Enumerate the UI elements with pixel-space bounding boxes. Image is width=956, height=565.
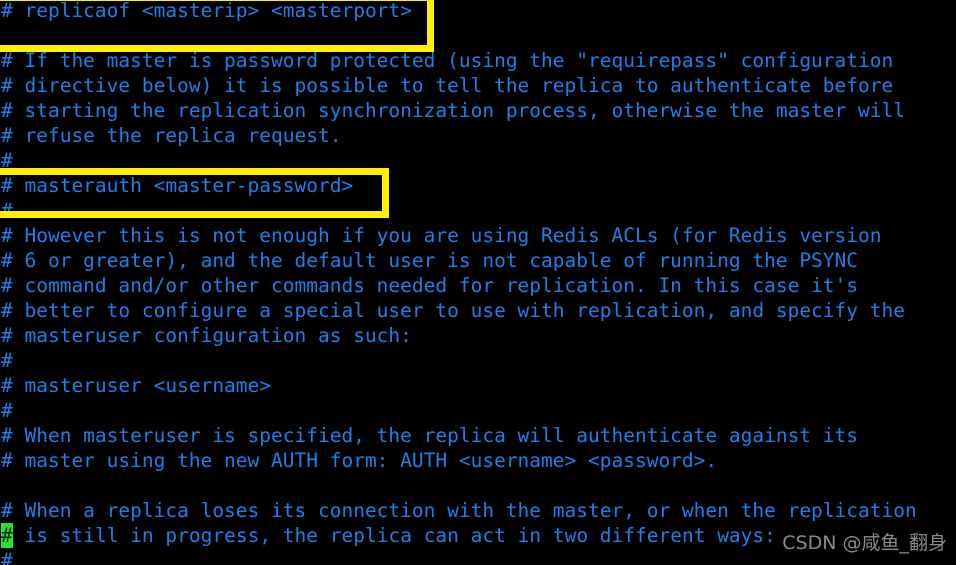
text-cursor: # (1, 523, 13, 548)
terminal-line: # replicaof <masterip> <masterport> (1, 0, 412, 22)
terminal-line: # starting the replication synchronizati… (1, 99, 905, 122)
terminal-line: # When masteruser is specified, the repl… (1, 424, 859, 447)
terminal-line: # (1, 149, 13, 172)
terminal-line-text: is still in progress, the replica can ac… (12, 524, 776, 547)
terminal-line: # masterauth <master-password> (1, 174, 354, 197)
terminal-line: # However this is not enough if you are … (1, 224, 882, 247)
terminal-line: # command and/or other commands needed f… (1, 274, 859, 297)
terminal-window[interactable]: # replicaof <masterip> <masterport> # If… (0, 0, 956, 565)
terminal-line: # directive below) it is possible to tel… (1, 74, 894, 97)
terminal-line: # When a replica loses its connection wi… (1, 499, 917, 522)
terminal-line: # better to configure a special user to … (1, 299, 905, 322)
terminal-line: # (1, 399, 13, 422)
terminal-line: # masteruser <username> (1, 374, 272, 397)
terminal-line: # (1, 349, 13, 372)
terminal-line: # (1, 199, 13, 222)
terminal-line: # 6 or greater), and the default user is… (1, 249, 859, 272)
terminal-line-with-cursor: # is still in progress, the replica can … (0, 523, 956, 548)
terminal-line: # refuse the replica request. (1, 124, 342, 147)
terminal-text-area[interactable]: # replicaof <masterip> <masterport> # If… (0, 0, 956, 565)
terminal-line: # masteruser configuration as such: (1, 324, 412, 347)
terminal-line: # If the master is password protected (u… (1, 49, 894, 72)
terminal-line: # master using the new AUTH form: AUTH <… (1, 449, 718, 472)
terminal-line: # (1, 549, 13, 565)
